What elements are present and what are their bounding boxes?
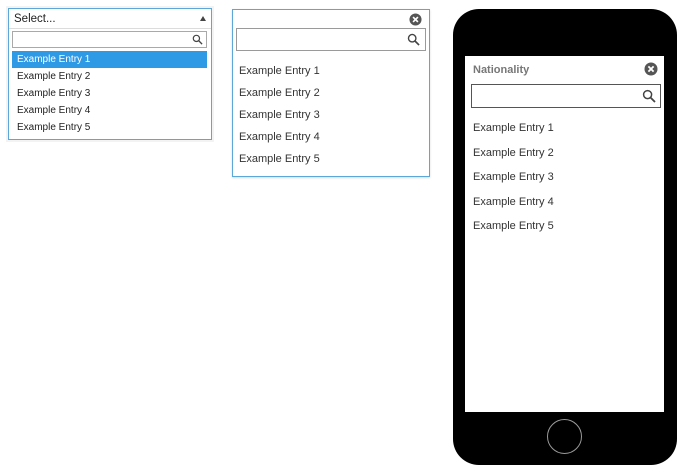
option-item[interactable]: Example Entry 1 [12,51,207,68]
search-input[interactable] [236,28,426,51]
search-input[interactable] [12,31,207,48]
select-placeholder: Select... [14,13,56,25]
option-item[interactable]: Example Entry 5 [239,148,320,170]
option-item[interactable]: Example Entry 5 [12,119,207,136]
option-item[interactable]: Example Entry 2 [473,141,554,166]
option-item[interactable]: Example Entry 2 [12,68,207,85]
picker-title: Nationality [473,64,530,76]
option-item[interactable]: Example Entry 3 [473,165,554,190]
select-dropdown: Select... Example Entry 1 Example Entry … [8,8,212,140]
option-item[interactable]: Example Entry 4 [473,190,554,215]
option-list: Example Entry 1 Example Entry 2 Example … [473,116,554,239]
option-item[interactable]: Example Entry 1 [239,60,320,82]
phone-screen: Nationality Example Entry 1 Example Entr… [465,56,664,412]
option-item[interactable]: Example Entry 4 [239,126,320,148]
search-icon [192,34,203,45]
option-list: Example Entry 1 Example Entry 2 Example … [12,51,207,136]
search-icon [642,89,656,103]
caret-up-icon[interactable] [200,16,206,21]
search-icon [407,33,420,46]
search-input[interactable] [471,84,661,108]
option-item[interactable]: Example Entry 4 [12,102,207,119]
home-button[interactable] [547,419,582,454]
close-circle-icon[interactable] [409,13,422,26]
option-item[interactable]: Example Entry 3 [239,104,320,126]
option-item[interactable]: Example Entry 3 [12,85,207,102]
close-circle-icon[interactable] [644,62,658,76]
option-item[interactable]: Example Entry 5 [473,214,554,239]
panel-dropdown: Example Entry 1 Example Entry 2 Example … [232,9,430,177]
option-item[interactable]: Example Entry 2 [239,82,320,104]
option-list: Example Entry 1 Example Entry 2 Example … [239,60,320,170]
phone-mockup: Nationality Example Entry 1 Example Entr… [453,9,677,465]
option-item[interactable]: Example Entry 1 [473,116,554,141]
select-field[interactable]: Select... [9,9,211,29]
